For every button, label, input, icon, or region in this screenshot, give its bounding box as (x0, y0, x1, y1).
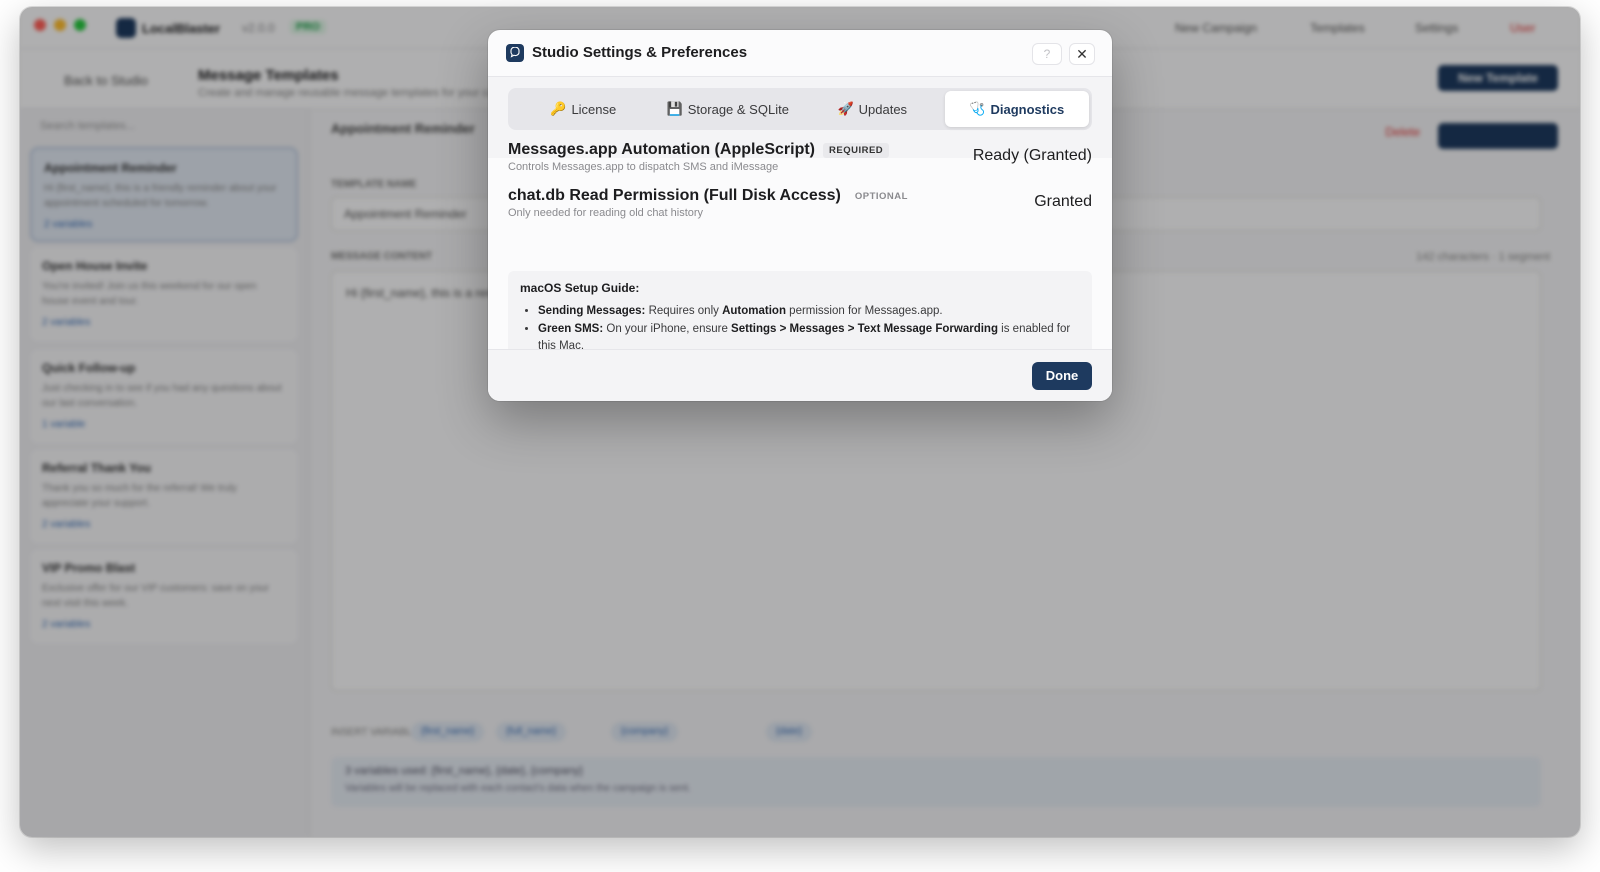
permission-status: Ready (Granted) (972, 147, 1092, 164)
rocket-icon: 🚀 (837, 101, 854, 116)
permission-title: Messages.app Automation (AppleScript) (508, 141, 815, 158)
settings-tabs: 🔑 License 💾 Storage & SQLite 🚀 Updates 🩺… (508, 88, 1092, 130)
modal-footer: Done (488, 349, 1112, 401)
permission-title: chat.db Read Permission (Full Disk Acces… (508, 187, 841, 204)
required-badge: REQUIRED (823, 142, 890, 158)
settings-modal: Studio Settings & Preferences ? ✕ 🔑 Lice… (488, 30, 1112, 401)
tab-license[interactable]: 🔑 License (511, 91, 656, 127)
tab-updates[interactable]: 🚀 Updates (800, 91, 945, 127)
help-button[interactable]: ? (1032, 43, 1062, 65)
permission-row-automation: Messages.app Automation (AppleScript) RE… (508, 141, 1092, 173)
guide-title: macOS Setup Guide: (520, 281, 640, 295)
permission-description: Only needed for reading old chat history (508, 207, 704, 219)
tab-label: Storage & SQLite (687, 101, 789, 117)
tab-diagnostics[interactable]: 🩺 Diagnostics (944, 91, 1089, 127)
modal-title: Studio Settings & Preferences (532, 44, 748, 61)
close-button[interactable]: ✕ (1069, 43, 1095, 65)
tab-label: Updates (858, 101, 908, 117)
floppy-disk-icon: 💾 (666, 101, 683, 116)
stethoscope-icon: 🩺 (969, 101, 986, 116)
tab-label: Diagnostics (990, 101, 1065, 117)
guide-list: Sending Messages: Requires only Automati… (520, 303, 1080, 355)
optional-badge: OPTIONAL (854, 190, 908, 202)
permission-status: Granted (1034, 193, 1092, 210)
modal-header: Studio Settings & Preferences ? ✕ (488, 30, 1112, 77)
key-icon: 🔑 (550, 101, 567, 116)
app-icon (506, 44, 524, 62)
permission-row-chat-db: chat.db Read Permission (Full Disk Acces… (508, 187, 1092, 219)
guide-item-sending: Sending Messages: Requires only Automati… (538, 303, 1080, 320)
tab-label: License (571, 101, 617, 117)
done-button[interactable]: Done (1032, 362, 1092, 390)
tab-storage[interactable]: 💾 Storage & SQLite (656, 91, 801, 127)
